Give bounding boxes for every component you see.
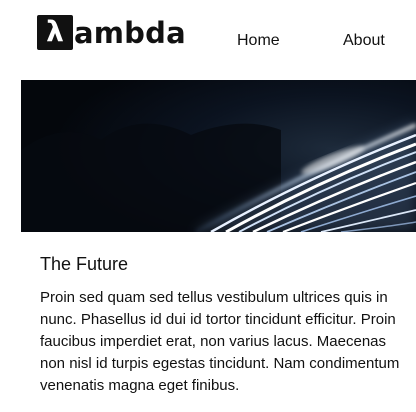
nav-link-about[interactable]: About — [343, 31, 385, 51]
highway-light-trails-image — [21, 80, 416, 232]
article: The Future Proin sed quam sed tellus ves… — [40, 252, 410, 397]
site-header: λ ambda Home About — [0, 0, 416, 80]
article-body: Proin sed quam sed tellus vestibulum ult… — [40, 289, 400, 394]
lambda-logo-icon: λ — [37, 14, 73, 50]
logo-wordmark: ambda — [74, 16, 186, 50]
hero-image — [21, 80, 416, 232]
logo[interactable]: λ ambda — [37, 14, 186, 50]
article-title: The Future — [40, 254, 129, 274]
page: λ ambda Home About The Future Proin sed … — [0, 0, 416, 412]
nav-link-home[interactable]: Home — [237, 31, 280, 51]
